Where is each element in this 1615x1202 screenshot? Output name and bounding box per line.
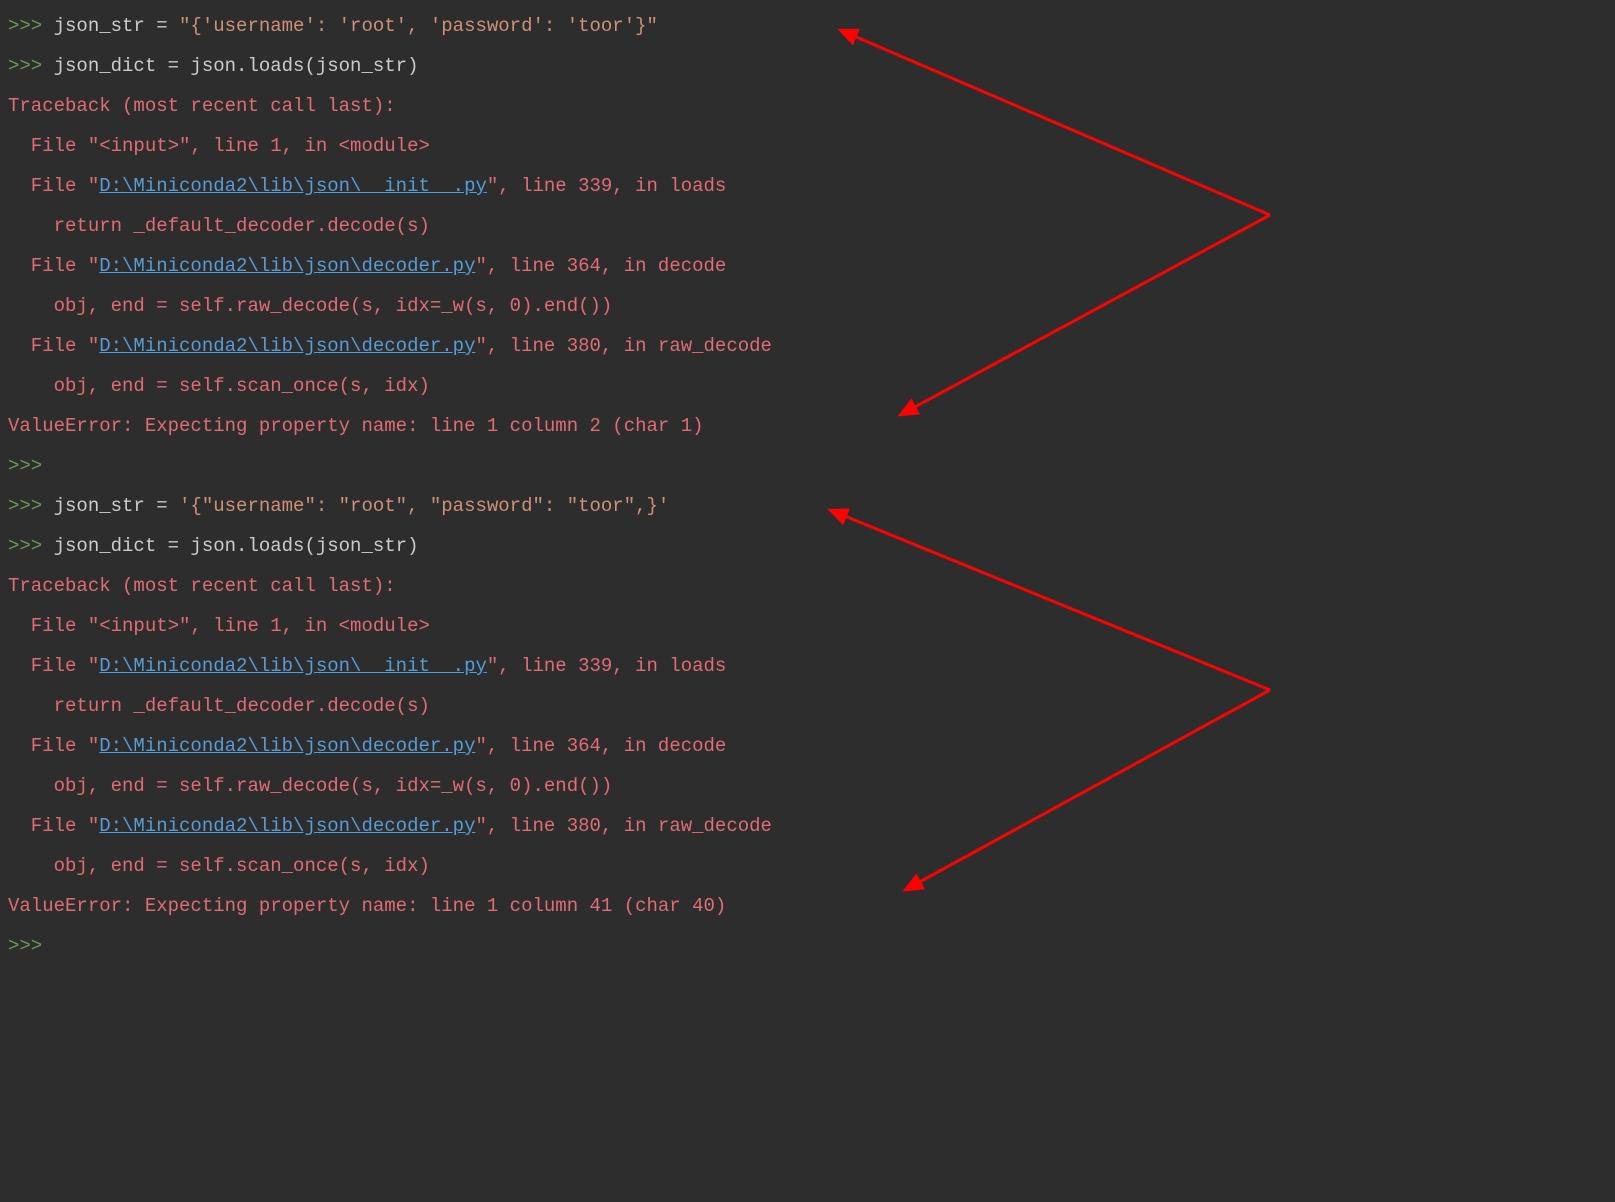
terminal-segment: File "<input>", line 1, in <module> <box>8 135 430 157</box>
terminal-segment[interactable]: D:\Miniconda2\lib\json\decoder.py <box>99 335 475 357</box>
terminal-segment: ", line 339, in loads <box>487 175 726 197</box>
terminal-line: File "D:\Miniconda2\lib\json\__init__.py… <box>8 166 1607 206</box>
terminal-segment: ", line 380, in raw_decode <box>475 335 771 357</box>
terminal-segment: File " <box>8 255 99 277</box>
terminal-line: >>> json_dict = json.loads(json_str) <box>8 526 1607 566</box>
terminal-line: ValueError: Expecting property name: lin… <box>8 406 1607 446</box>
terminal-segment: File " <box>8 815 99 837</box>
terminal-line: File "<input>", line 1, in <module> <box>8 606 1607 646</box>
terminal-segment: ValueError: Expecting property name: lin… <box>8 415 704 437</box>
terminal-segment: File " <box>8 175 99 197</box>
terminal-segment: obj, end = self.scan_once(s, idx) <box>8 855 430 877</box>
terminal-segment: >>> <box>8 55 54 77</box>
terminal-line: obj, end = self.scan_once(s, idx) <box>8 846 1607 886</box>
python-terminal[interactable]: >>> json_str = "{'username': 'root', 'pa… <box>0 0 1615 972</box>
terminal-segment: json_str = <box>54 15 179 37</box>
terminal-segment: >>> <box>8 935 42 957</box>
terminal-segment: json_dict = json.loads(json_str) <box>54 55 419 77</box>
terminal-segment: File " <box>8 735 99 757</box>
terminal-segment: >>> <box>8 535 54 557</box>
terminal-segment: >>> <box>8 15 54 37</box>
terminal-line: >>> <box>8 446 1607 486</box>
terminal-segment: json_dict = json.loads(json_str) <box>54 535 419 557</box>
terminal-segment: ", line 364, in decode <box>475 255 726 277</box>
terminal-line: >>> json_str = '{"username": "root", "pa… <box>8 486 1607 526</box>
terminal-segment[interactable]: D:\Miniconda2\lib\json\decoder.py <box>99 735 475 757</box>
terminal-line: >>> json_dict = json.loads(json_str) <box>8 46 1607 86</box>
terminal-segment: return _default_decoder.decode(s) <box>8 215 430 237</box>
terminal-segment: >>> <box>8 495 54 517</box>
terminal-segment: ValueError: Expecting property name: lin… <box>8 895 726 917</box>
terminal-segment: obj, end = self.raw_decode(s, idx=_w(s, … <box>8 775 612 797</box>
terminal-segment[interactable]: D:\Miniconda2\lib\json\decoder.py <box>99 255 475 277</box>
terminal-line: obj, end = self.scan_once(s, idx) <box>8 366 1607 406</box>
terminal-segment[interactable]: D:\Miniconda2\lib\json\__init__.py <box>99 175 487 197</box>
terminal-segment: obj, end = self.raw_decode(s, idx=_w(s, … <box>8 295 612 317</box>
terminal-line: obj, end = self.raw_decode(s, idx=_w(s, … <box>8 766 1607 806</box>
terminal-line: return _default_decoder.decode(s) <box>8 206 1607 246</box>
terminal-line: return _default_decoder.decode(s) <box>8 686 1607 726</box>
terminal-segment[interactable]: D:\Miniconda2\lib\json\__init__.py <box>99 655 487 677</box>
terminal-line: File "D:\Miniconda2\lib\json\decoder.py"… <box>8 246 1607 286</box>
terminal-segment: "{'username': 'root', 'password': 'toor'… <box>179 15 658 37</box>
terminal-line: Traceback (most recent call last): <box>8 86 1607 126</box>
terminal-segment: ", line 364, in decode <box>475 735 726 757</box>
terminal-segment: File "<input>", line 1, in <module> <box>8 615 430 637</box>
terminal-line: File "D:\Miniconda2\lib\json\__init__.py… <box>8 646 1607 686</box>
terminal-segment: ", line 380, in raw_decode <box>475 815 771 837</box>
terminal-segment: obj, end = self.scan_once(s, idx) <box>8 375 430 397</box>
terminal-line: File "D:\Miniconda2\lib\json\decoder.py"… <box>8 806 1607 846</box>
terminal-segment: Traceback (most recent call last): <box>8 575 396 597</box>
terminal-line: Traceback (most recent call last): <box>8 566 1607 606</box>
terminal-segment[interactable]: D:\Miniconda2\lib\json\decoder.py <box>99 815 475 837</box>
terminal-segment: Traceback (most recent call last): <box>8 95 396 117</box>
terminal-line: File "D:\Miniconda2\lib\json\decoder.py"… <box>8 726 1607 766</box>
terminal-line: obj, end = self.raw_decode(s, idx=_w(s, … <box>8 286 1607 326</box>
terminal-segment: File " <box>8 655 99 677</box>
terminal-segment: ", line 339, in loads <box>487 655 726 677</box>
terminal-segment: return _default_decoder.decode(s) <box>8 695 430 717</box>
terminal-segment: File " <box>8 335 99 357</box>
terminal-line: >>> <box>8 926 1607 966</box>
terminal-line: File "D:\Miniconda2\lib\json\decoder.py"… <box>8 326 1607 366</box>
terminal-segment: '{"username": "root", "password": "toor"… <box>179 495 669 517</box>
terminal-segment: json_str = <box>54 495 179 517</box>
terminal-line: ValueError: Expecting property name: lin… <box>8 886 1607 926</box>
terminal-line: >>> json_str = "{'username': 'root', 'pa… <box>8 6 1607 46</box>
terminal-segment: >>> <box>8 455 42 477</box>
terminal-line: File "<input>", line 1, in <module> <box>8 126 1607 166</box>
